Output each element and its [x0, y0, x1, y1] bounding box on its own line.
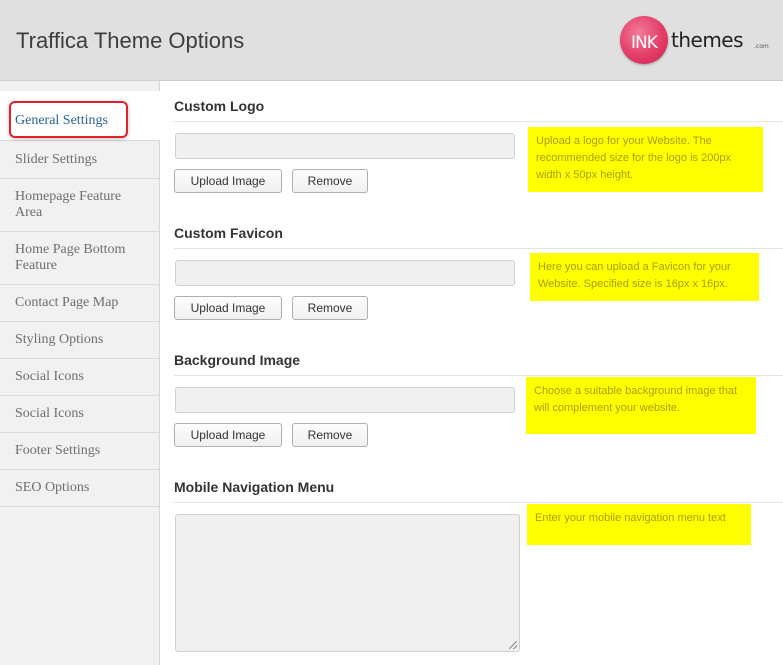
- sidebar-item-label: SEO Options: [15, 480, 90, 495]
- sidebar-item-contact-page-map[interactable]: Contact Page Map: [0, 285, 159, 322]
- custom-logo-url-input[interactable]: [175, 133, 515, 159]
- inkthemes-logo[interactable]: INK themes .com: [620, 16, 770, 66]
- custom-logo-help: Upload a logo for your Website. The reco…: [528, 127, 763, 192]
- custom-favicon-url-input[interactable]: [175, 260, 515, 286]
- page-title: Traffica Theme Options: [16, 28, 245, 53]
- sidebar-item-styling-options[interactable]: Styling Options: [0, 322, 159, 359]
- mobile-navigation-menu-textarea[interactable]: [175, 514, 520, 652]
- custom-logo-upload-button[interactable]: Upload Image: [174, 169, 282, 193]
- section-divider: [174, 248, 783, 249]
- sidebar-item-label: Social Icons: [15, 369, 84, 384]
- background-image-remove-button[interactable]: Remove: [292, 423, 368, 447]
- background-image-help: Choose a suitable background image that …: [526, 377, 756, 434]
- sidebar-item-label: Social Icons: [15, 406, 84, 421]
- section-title-mobile-navigation-menu: Mobile Navigation Menu: [174, 479, 335, 495]
- sidebar-item-label: Contact Page Map: [15, 295, 119, 310]
- sidebar-item-homepage-feature-area[interactable]: Homepage Feature Area: [0, 179, 159, 232]
- sidebar-item-label: Footer Settings: [15, 443, 101, 458]
- sidebar-item-label: Slider Settings: [15, 152, 98, 167]
- sidebar-item-social-icons[interactable]: Social Icons: [0, 359, 159, 396]
- background-image-url-input[interactable]: [175, 387, 515, 413]
- custom-favicon-help: Here you can upload a Favicon for your W…: [530, 253, 759, 301]
- custom-favicon-remove-button[interactable]: Remove: [292, 296, 368, 320]
- background-image-upload-button[interactable]: Upload Image: [174, 423, 282, 447]
- options-panel: Custom Logo Upload Image Remove Upload a…: [160, 81, 783, 665]
- section-title-background-image: Background Image: [174, 352, 301, 368]
- custom-favicon-upload-button[interactable]: Upload Image: [174, 296, 282, 320]
- resize-handle-icon[interactable]: [509, 641, 517, 649]
- sidebar-item-label: Home Page Bottom Feature: [15, 242, 126, 273]
- section-divider: [174, 502, 783, 503]
- section-divider: [174, 121, 783, 122]
- logo-wordmark: themes: [671, 28, 744, 52]
- mobile-navigation-menu-help: Enter your mobile navigation menu text: [527, 504, 751, 545]
- sidebar-item-label: Homepage Feature Area: [15, 189, 122, 220]
- custom-logo-remove-button[interactable]: Remove: [292, 169, 368, 193]
- sidebar-item-slider-settings[interactable]: Slider Settings: [0, 141, 159, 179]
- section-title-custom-favicon: Custom Favicon: [174, 225, 283, 241]
- sidebar-item-seo-options[interactable]: SEO Options: [0, 470, 159, 507]
- sidebar-item-label: Styling Options: [15, 332, 104, 347]
- logo-suffix: .com: [754, 43, 769, 50]
- sidebar-item-general-settings[interactable]: General Settings: [0, 91, 160, 141]
- sidebar-item-footer-settings[interactable]: Footer Settings: [0, 433, 159, 470]
- sidebar-nav: General Settings Slider Settings Homepag…: [0, 81, 160, 665]
- section-divider: [174, 375, 783, 376]
- header: Traffica Theme Options INK themes .com: [0, 0, 783, 81]
- section-title-custom-logo: Custom Logo: [174, 98, 265, 114]
- logo-mark-text: INK: [631, 26, 658, 54]
- sidebar-item-social-icons-2[interactable]: Social Icons: [0, 396, 159, 433]
- sidebar-item-home-page-bottom-feature[interactable]: Home Page Bottom Feature: [0, 232, 159, 285]
- sidebar-item-label: General Settings: [15, 113, 108, 128]
